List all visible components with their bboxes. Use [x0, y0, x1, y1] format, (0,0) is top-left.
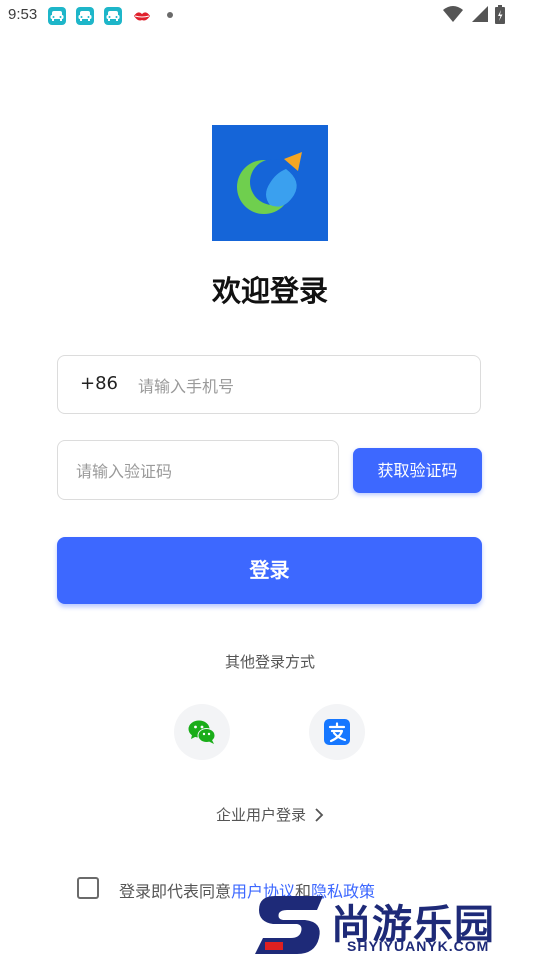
car-app-icon: [104, 7, 122, 25]
wifi-icon: [442, 6, 463, 22]
get-code-button[interactable]: 获取验证码: [353, 448, 482, 493]
welcome-title: 欢迎登录: [211, 274, 328, 308]
phone-input[interactable]: [136, 366, 470, 406]
app-logo-icon: [212, 125, 328, 241]
watermark-logo-icon: [255, 896, 323, 954]
verification-code-field: [57, 440, 339, 500]
other-login-label: 其他登录方式: [224, 653, 315, 671]
enterprise-login-label: 企业用户登录: [215, 806, 306, 824]
phone-field: +86: [57, 355, 481, 414]
alipay-icon: [324, 719, 350, 745]
alipay-login-button[interactable]: [309, 704, 365, 760]
car-app-icon: [76, 7, 94, 25]
lips-app-icon: [134, 12, 150, 21]
car-app-icon: [48, 7, 66, 25]
login-screen: 9:53 欢迎登录 +86 请输入手机号 请输入验证码 获取验证码 登录 其他登…: [0, 0, 540, 960]
battery-icon: [495, 5, 505, 24]
login-button[interactable]: 登录: [57, 537, 482, 604]
status-time: 9:53: [8, 6, 38, 23]
system-icons: [442, 4, 506, 26]
more-dot-icon: [167, 12, 173, 18]
watermark-subtitle: SHYIYUANYK.COM: [347, 938, 490, 954]
country-code[interactable]: +86: [80, 373, 118, 394]
agreement-checkbox[interactable]: [77, 877, 99, 899]
wechat-icon: [188, 720, 216, 744]
status-bar: 9:53: [0, 0, 540, 34]
enterprise-login-link[interactable]: 企业用户登录: [0, 804, 540, 825]
chevron-right-icon: [315, 808, 324, 822]
agreement-prefix: 登录即代表同意: [119, 882, 232, 901]
signal-icon: [471, 6, 488, 22]
wechat-login-button[interactable]: [174, 704, 230, 760]
verification-code-input[interactable]: [74, 451, 328, 491]
watermark: 尚游乐园 SHYIYUANYK.COM: [253, 892, 538, 960]
